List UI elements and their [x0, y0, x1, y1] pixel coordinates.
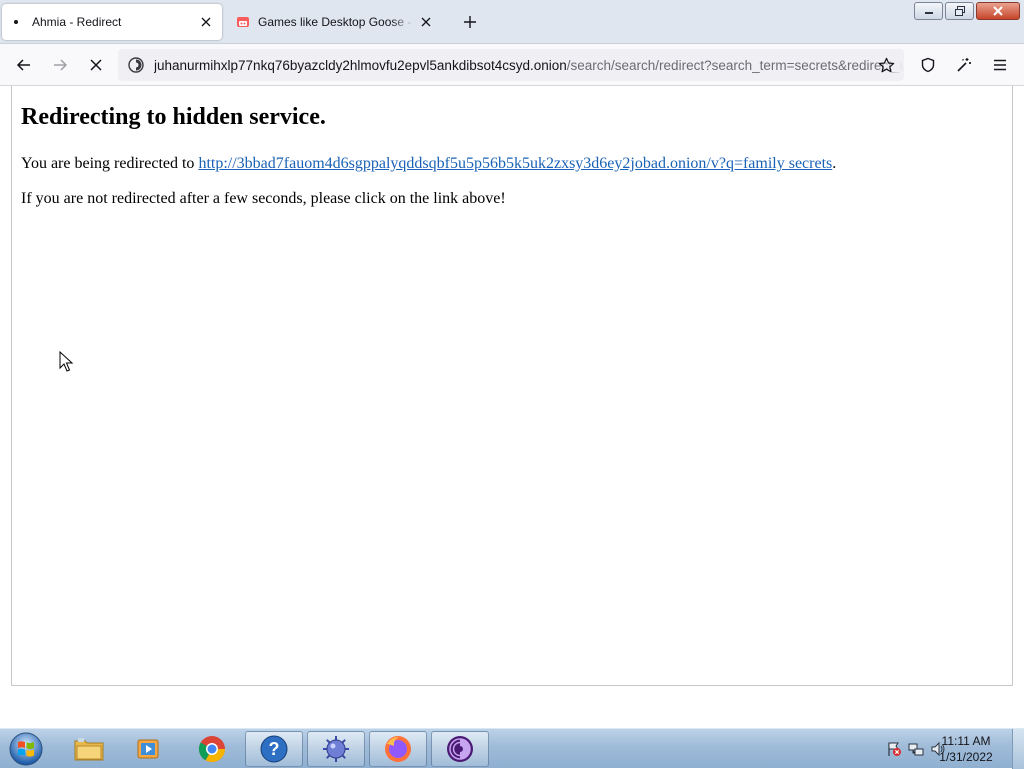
back-button[interactable]: [10, 51, 38, 79]
app-menu-button[interactable]: [986, 51, 1014, 79]
url-host: juhanurmihxlp77nkq76byazcldy2hlmovfu2epv…: [154, 57, 567, 73]
onion-site-icon[interactable]: [128, 57, 144, 73]
tab-ahmia-redirect[interactable]: Ahmia - Redirect: [2, 4, 222, 40]
windows-start-orb-icon: [9, 732, 43, 766]
taskbar-clock[interactable]: 11:11 AM 1/31/2022: [934, 733, 998, 765]
action-center-flag-icon[interactable]: [886, 741, 902, 757]
system-tray: 11:11 AM 1/31/2022: [854, 729, 1024, 769]
magic-wand-icon: [957, 58, 971, 72]
close-window-button[interactable]: [976, 2, 1020, 20]
redirect-message: You are being redirected to http://3bbad…: [21, 155, 836, 173]
restore-icon: [954, 6, 965, 16]
forward-button[interactable]: [46, 51, 74, 79]
taskbar-media-player[interactable]: [120, 731, 178, 767]
taskbar-file-explorer[interactable]: [60, 731, 118, 767]
taskbar-tor-browser[interactable]: [431, 731, 489, 767]
stop-loading-button[interactable]: [82, 51, 110, 79]
restore-button[interactable]: [945, 2, 974, 20]
hamburger-menu-icon: [994, 59, 1006, 71]
redirect-link[interactable]: http://3bbad7fauom4d6sgppalyqddsqbf5u5p5…: [198, 155, 832, 172]
redirect-prefix: You are being redirected to: [21, 155, 199, 172]
taskbar: ? 11:11 AM 1/31/2022: [0, 728, 1024, 769]
navigation-toolbar: juhanurmihxlp77nkq76byazcldy2hlmovfu2epv…: [0, 44, 1024, 86]
window-controls: [914, 2, 1020, 20]
plus-icon: [464, 16, 476, 28]
url-path: /search/search/redirect?search_term=secr…: [566, 57, 904, 73]
tab-itch-games[interactable]: Games like Desktop Goose - itch.io: [230, 4, 442, 40]
media-player-icon: [137, 739, 159, 759]
svg-text:?: ?: [269, 739, 280, 759]
arrow-left-icon: [16, 59, 30, 71]
clock-date: 1/31/2022: [939, 750, 993, 764]
tab-strip: Ahmia - Redirect Games like Desktop Goos…: [0, 0, 1024, 44]
folder-icon: [74, 738, 104, 761]
loading-dot-icon: [14, 20, 18, 24]
new-identity-button[interactable]: [950, 51, 978, 79]
minimize-button[interactable]: [914, 2, 943, 20]
chrome-icon: [198, 736, 226, 763]
new-tab-button[interactable]: [458, 10, 482, 34]
network-icon[interactable]: [908, 741, 924, 757]
taskbar-chrome[interactable]: [183, 731, 241, 767]
start-button[interactable]: [6, 730, 46, 768]
taskbar-help[interactable]: ?: [245, 731, 303, 767]
itchio-icon: [236, 15, 250, 29]
page-viewport: Redirecting to hidden service. You are b…: [11, 86, 1013, 686]
tab-title: Ahmia - Redirect: [32, 15, 122, 29]
tor-onion-icon: [447, 736, 473, 762]
tab-close-icon[interactable]: [414, 10, 438, 34]
shield-icon: [921, 57, 935, 73]
bookmark-star-icon[interactable]: [874, 53, 898, 77]
arrow-right-icon: [54, 59, 68, 71]
firefox-icon: [385, 736, 411, 762]
close-icon: [993, 6, 1003, 16]
minimize-icon: [924, 12, 933, 14]
taskbar-firefox[interactable]: [369, 731, 427, 767]
fallback-message: If you are not redirected after a few se…: [21, 190, 506, 207]
page-heading: Redirecting to hidden service.: [21, 104, 326, 130]
mouse-pointer-icon: [59, 351, 74, 372]
url-text[interactable]: juhanurmihxlp77nkq76byazcldy2hlmovfu2epv…: [154, 58, 904, 73]
tab-title: Games like Desktop Goose - itch.io: [258, 15, 414, 29]
address-bar[interactable]: juhanurmihxlp77nkq76byazcldy2hlmovfu2epv…: [118, 49, 904, 81]
spiky-ball-icon: [323, 736, 349, 762]
security-level-button[interactable]: [914, 51, 942, 79]
stop-icon: [90, 59, 102, 71]
clock-time: 11:11 AM: [941, 734, 991, 748]
help-question-icon: ?: [260, 735, 288, 763]
taskbar-virus-app[interactable]: [307, 731, 365, 767]
redirect-suffix: .: [832, 155, 837, 172]
show-desktop-button[interactable]: [1012, 729, 1024, 769]
tab-close-icon[interactable]: [194, 10, 218, 34]
